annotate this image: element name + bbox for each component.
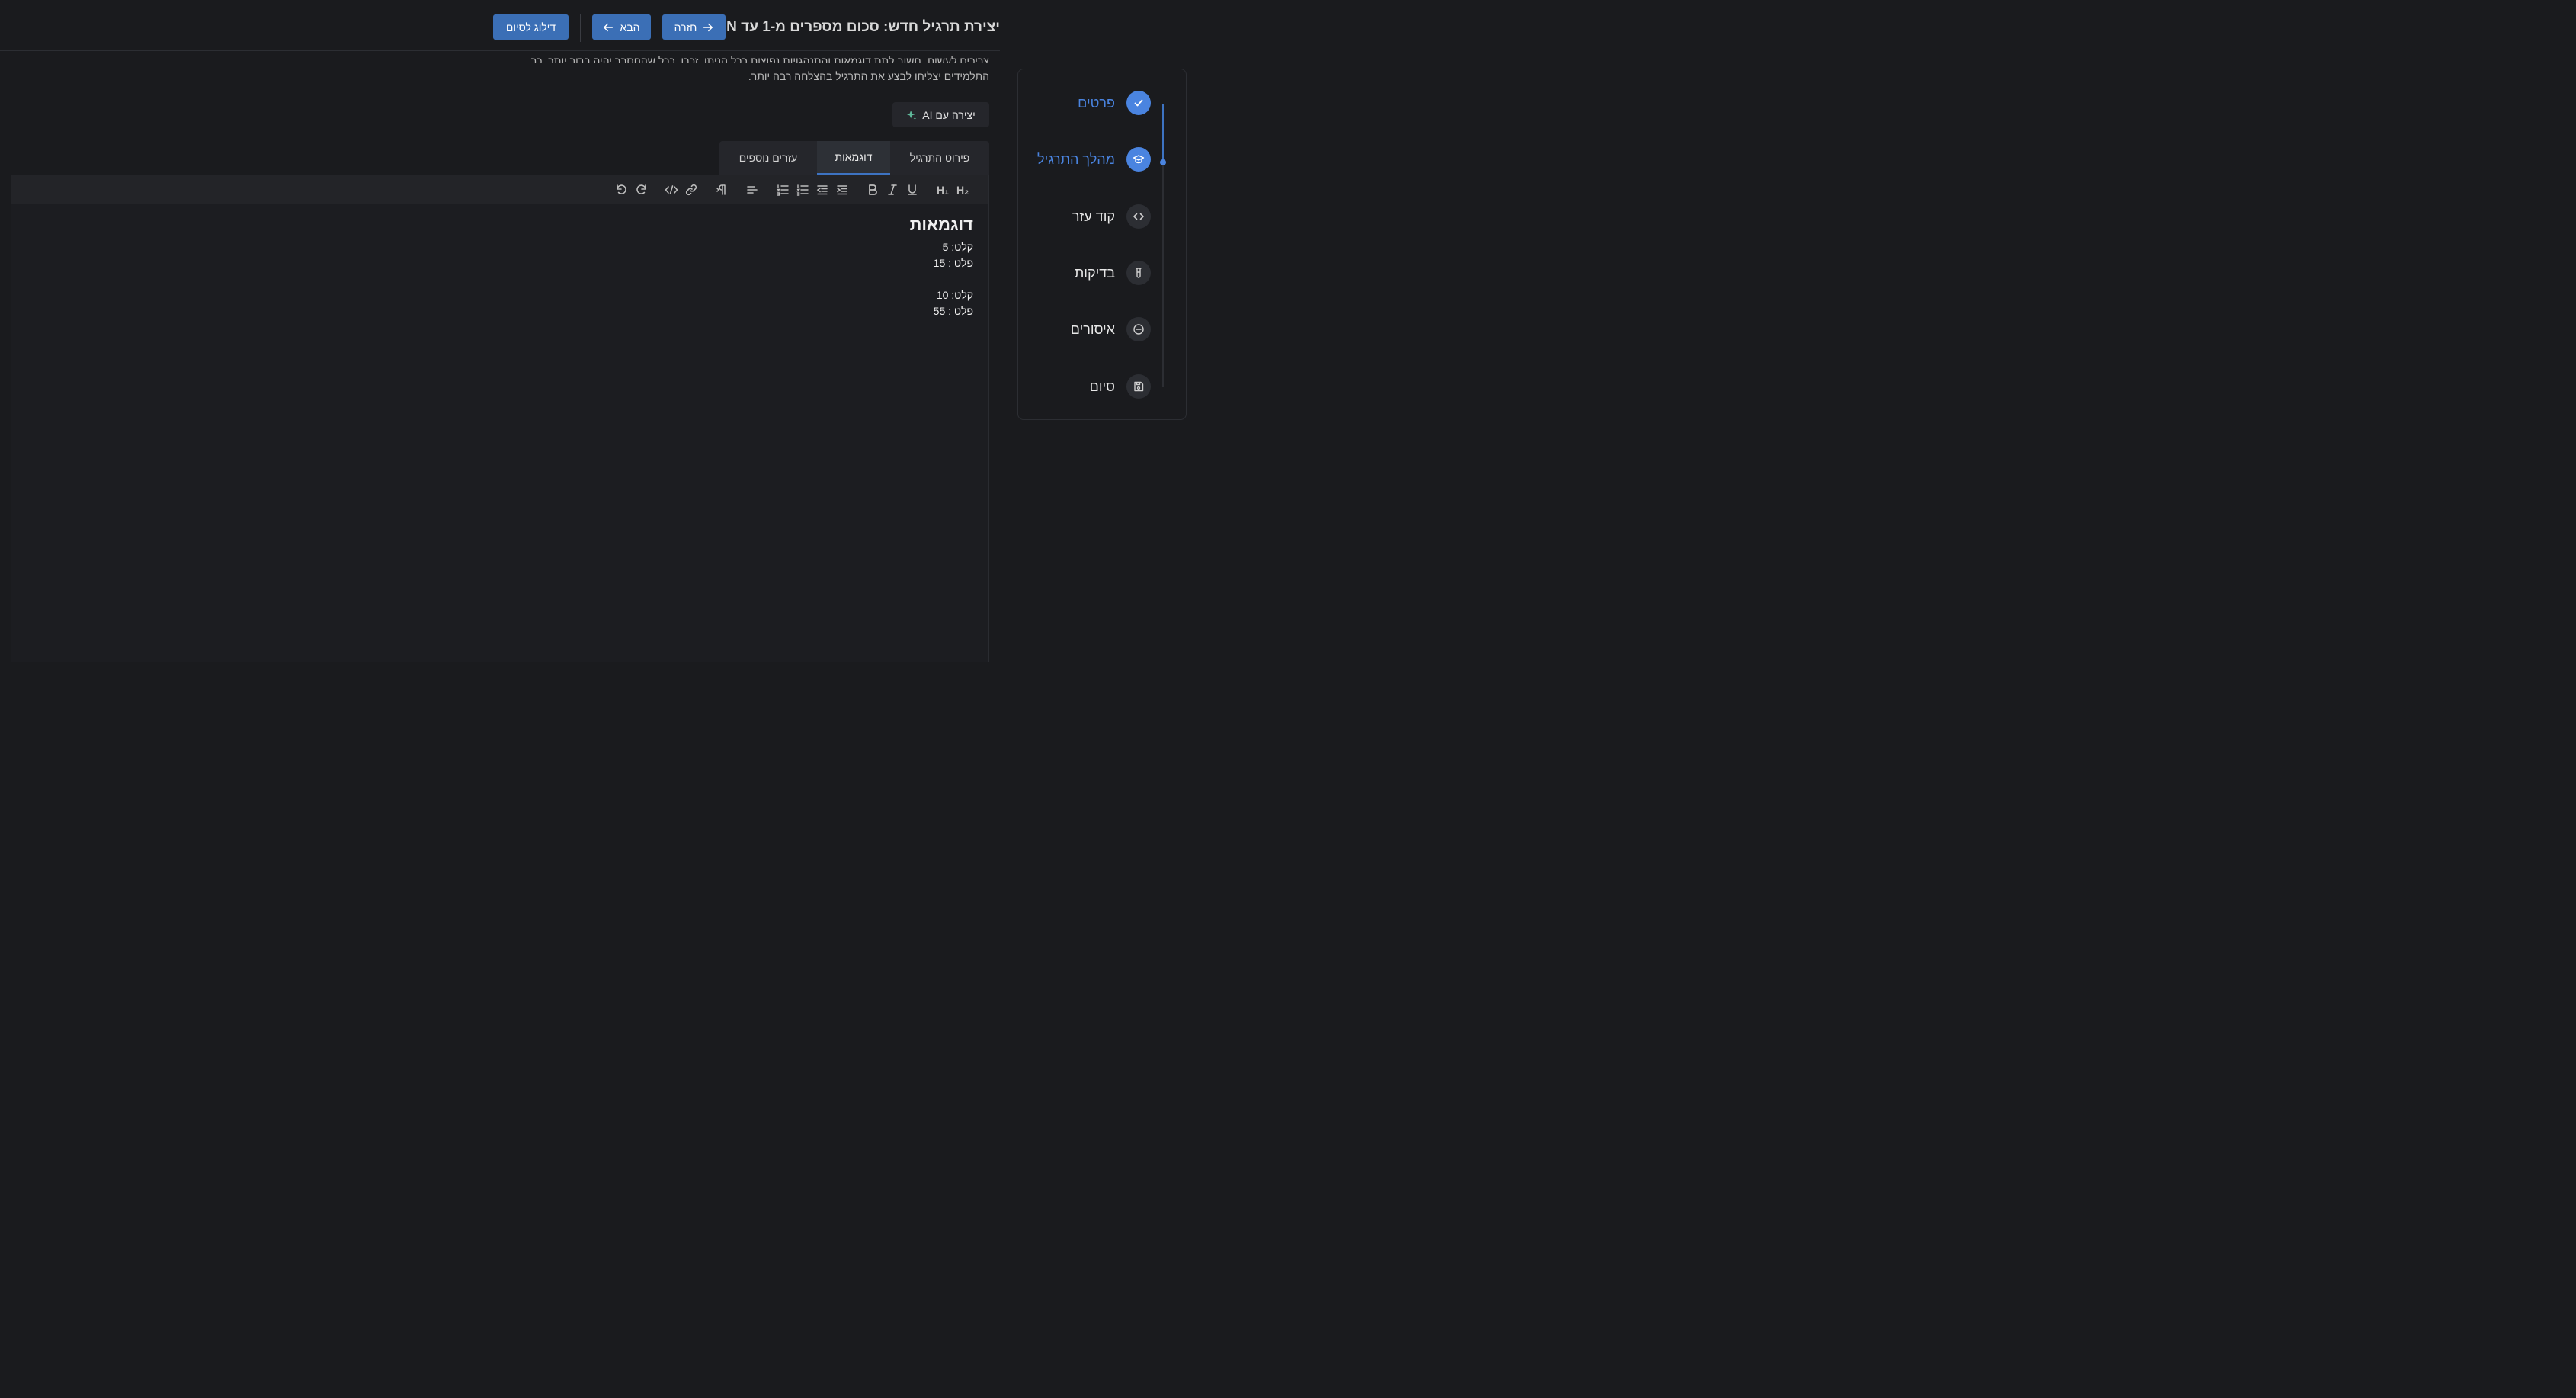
tab-additional-aids[interactable]: עזרים נוספים [719,141,817,175]
link-icon[interactable] [684,183,698,197]
step-helper-code-label[interactable]: קוד עזר [1072,209,1115,225]
underline-icon[interactable] [905,183,919,197]
exercise-description: צריכים לעשות. חשוב לתת דוגמאות והתנהגויו… [501,55,989,84]
editor-tabs: פירוט התרגיל דוגמאות עזרים נוספים [719,141,989,175]
arrow-left-icon [604,23,614,31]
sparkle-icon [907,110,917,120]
next-button-label: הבא [620,21,640,34]
step-restrictions-icon[interactable] [1126,317,1151,341]
save-icon [1134,381,1144,392]
step-details-icon[interactable] [1126,91,1151,115]
back-button-label: חזרה [674,21,697,34]
rich-text-editor: H₂ H₁ דוגמאות קלט: 5 פלט: 15 קלט: 10 פל… [11,175,989,662]
stepper-current-dot [1160,159,1166,165]
next-button[interactable]: הבא [592,14,651,40]
description-line-2: התלמידים יצליחו לבצע את התרגיל בהצלחה רב… [748,70,989,82]
step-helper-code-icon[interactable] [1126,204,1151,229]
skip-to-end-button[interactable]: דילוג לסיום [493,14,569,40]
header-divider [580,14,581,42]
example-input-2: קלט: 10 [936,289,973,301]
minus-circle-icon [1133,324,1144,335]
align-icon[interactable] [745,183,759,197]
outdent-icon[interactable] [815,183,829,197]
editor-toolbar: H₂ H₁ [11,175,988,204]
step-exercise-flow-icon[interactable] [1126,147,1151,172]
generate-with-ai-button[interactable]: יצירה עם AI [892,102,989,127]
example-output-1: פלט : 15 [933,257,973,269]
code-block-icon[interactable] [665,183,678,197]
test-tube-icon [1136,268,1142,278]
description-line-1: צריכים לעשות. חשוב לתת דוגמאות והתנהגויו… [530,55,989,63]
editor-content[interactable]: דוגמאות קלט: 5 פלט : 15 קלט: 10 פלט : 55 [910,215,973,319]
numbered-list-icon[interactable] [776,183,790,197]
ai-button-label: יצירה עם AI [922,108,976,121]
graduation-cap-icon [1133,155,1145,164]
empty-line [910,271,973,287]
step-finish-label[interactable]: סיום [1090,379,1115,395]
step-exercise-flow-label[interactable]: מהלך התרגיל [1037,152,1115,168]
step-restrictions-label[interactable]: איסורים [1071,322,1115,338]
example-input-1: קלט: 5 [942,241,973,253]
example-output-2: פלט : 55 [933,305,973,317]
step-tests-label[interactable]: בדיקות [1075,265,1115,281]
check-icon [1134,99,1143,107]
code-icon [1133,213,1144,220]
redo-icon[interactable] [635,183,649,197]
tab-exercise-details[interactable]: פירוט התרגיל [890,141,989,175]
italic-icon[interactable] [886,183,899,197]
step-tests-icon[interactable] [1126,261,1151,285]
wizard-stepper [1017,69,1187,420]
step-finish-icon[interactable] [1126,374,1151,399]
ordered-list-icon[interactable] [796,183,809,197]
step-details-label[interactable]: פרטים [1078,95,1115,111]
text-direction-icon[interactable] [715,183,729,197]
heading-1-button[interactable]: H₁ [937,184,949,196]
skip-button-label: דילוג לסיום [505,21,556,34]
page-title: יצירת תרגיל חדש: סכום מספרים מ-1 עד N [726,19,1000,35]
back-button[interactable]: חזרה [662,14,726,40]
heading-2-button[interactable]: H₂ [956,184,969,196]
tab-examples[interactable]: דוגמאות [817,141,890,175]
stepper-progress [1162,104,1164,162]
content-heading: דוגמאות [909,215,973,234]
indent-icon[interactable] [835,183,849,197]
arrow-right-icon [703,23,713,31]
undo-icon[interactable] [614,183,628,197]
bold-icon[interactable] [866,183,879,197]
